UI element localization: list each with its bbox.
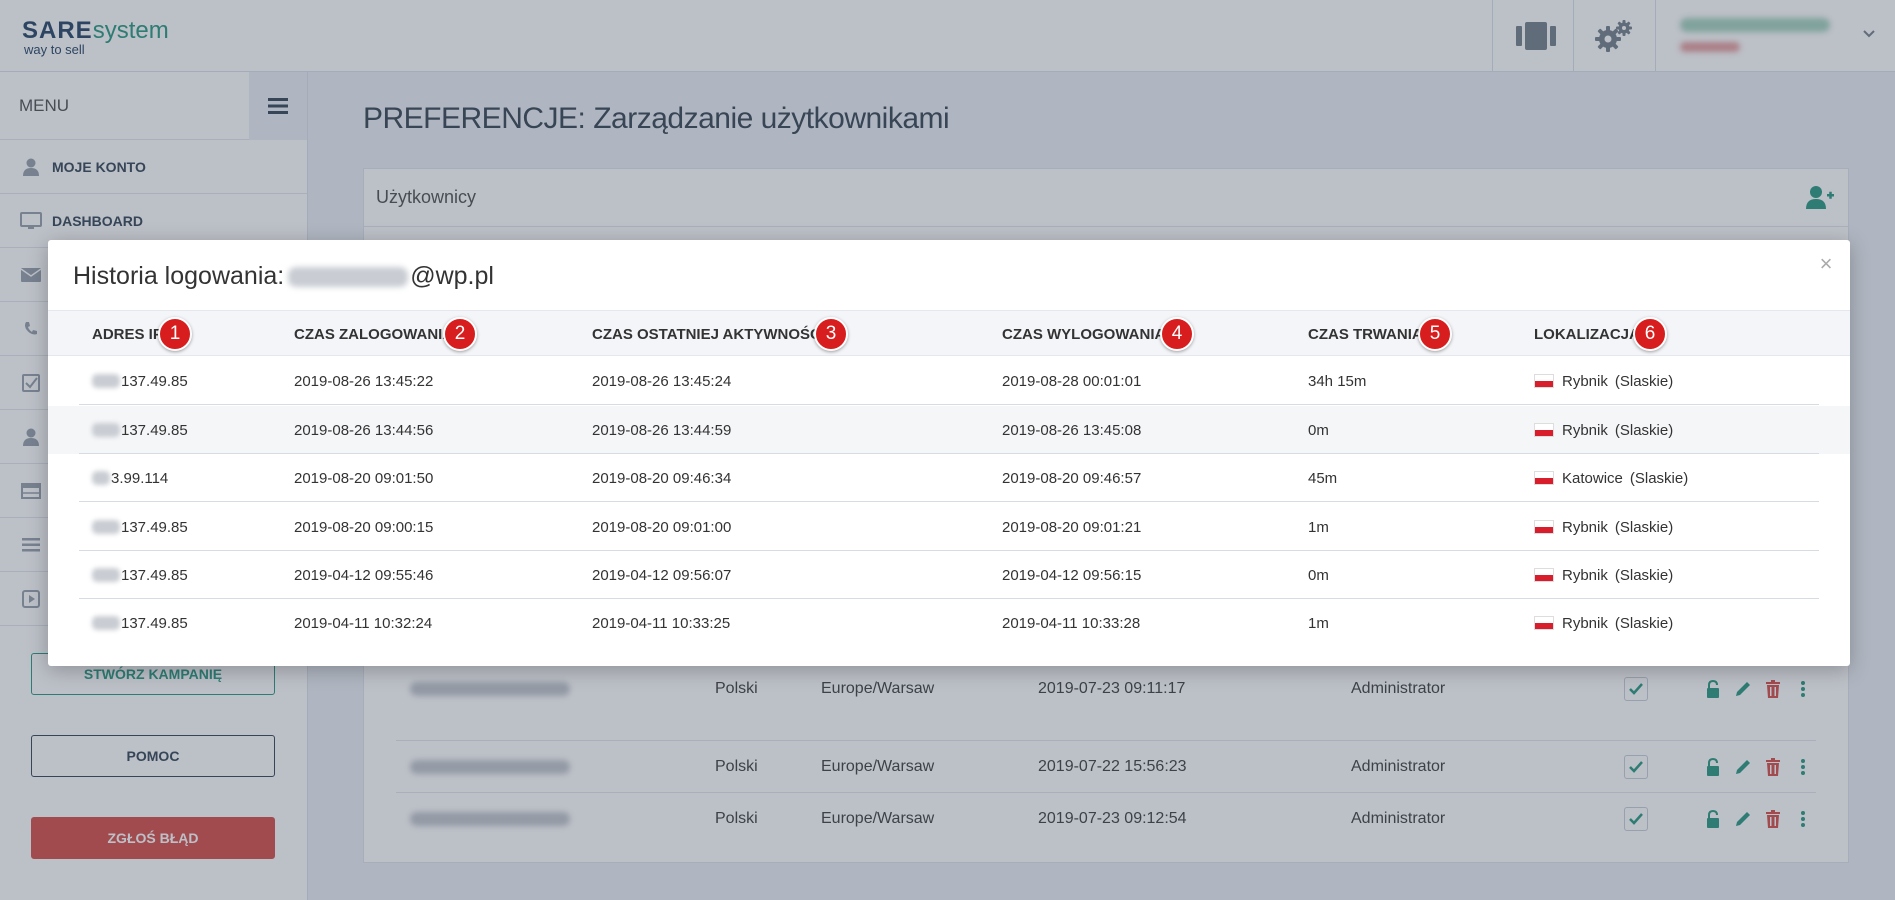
annotation-badge: 6 xyxy=(1633,317,1667,351)
cell-location: Rybnik (Slaskie) xyxy=(1534,503,1673,551)
cell-ip: 137.49.85 xyxy=(92,599,188,647)
cell-last-activity: 2019-04-11 10:33:25 xyxy=(592,614,731,632)
cell-login-time: 2019-04-11 10:32:24 xyxy=(294,614,433,632)
table-header: ADRES IP 1 CZAS ZALOGOWANIA 2 CZAS OSTAT… xyxy=(48,310,1850,356)
column-header-login-time[interactable]: CZAS ZALOGOWANIA xyxy=(294,311,453,357)
cell-last-activity: 2019-08-20 09:46:34 xyxy=(592,469,732,487)
cell-login-time: 2019-08-26 13:44:56 xyxy=(294,421,434,439)
poland-flag-icon xyxy=(1534,471,1554,485)
annotation-badge: 5 xyxy=(1418,317,1452,351)
modal-title: Historia logowania: @wp.pl xyxy=(73,262,494,291)
cell-duration: 0m xyxy=(1308,566,1329,584)
cell-last-activity: 2019-08-26 13:44:59 xyxy=(592,421,732,439)
cell-location: Rybnik (Slaskie) xyxy=(1534,357,1673,405)
cell-last-activity: 2019-08-26 13:45:24 xyxy=(592,372,732,390)
cell-logout-time: 2019-04-11 10:33:28 xyxy=(1002,614,1141,632)
cell-login-time: 2019-08-26 13:45:22 xyxy=(294,372,434,390)
column-header-ip[interactable]: ADRES IP xyxy=(92,311,163,357)
annotation-badge: 1 xyxy=(158,317,192,351)
cell-location: Katowice (Slaskie) xyxy=(1534,454,1688,502)
table-row: 137.49.85 2019-08-26 13:44:56 2019-08-26… xyxy=(48,406,1850,454)
annotation-badge: 4 xyxy=(1160,317,1194,351)
cell-location: Rybnik (Slaskie) xyxy=(1534,599,1673,647)
table-row: 137.49.85 2019-04-12 09:55:46 2019-04-12… xyxy=(48,551,1850,599)
cell-login-time: 2019-04-12 09:55:46 xyxy=(294,566,434,584)
login-history-modal: Historia logowania: @wp.pl × ADRES IP 1 C… xyxy=(48,240,1850,666)
cell-login-time: 2019-08-20 09:01:50 xyxy=(294,469,434,487)
column-header-last-activity[interactable]: CZAS OSTATNIEJ AKTYWNOŚCI xyxy=(592,311,825,357)
cell-logout-time: 2019-04-12 09:56:15 xyxy=(1002,566,1142,584)
column-header-location[interactable]: LOKALIZACJA xyxy=(1534,311,1640,357)
annotation-badge: 2 xyxy=(443,317,477,351)
cell-logout-time: 2019-08-20 09:01:21 xyxy=(1002,518,1142,536)
cell-duration: 34h 15m xyxy=(1308,372,1367,390)
cell-logout-time: 2019-08-28 00:01:01 xyxy=(1002,372,1142,390)
cell-ip: 137.49.85 xyxy=(92,551,188,599)
table-row: 137.49.85 2019-08-20 09:00:15 2019-08-20… xyxy=(48,503,1850,551)
redacted-username xyxy=(288,267,409,288)
cell-ip: 3.99.114 xyxy=(92,454,168,502)
table-row: 3.99.114 2019-08-20 09:01:50 2019-08-20 … xyxy=(48,454,1850,502)
poland-flag-icon xyxy=(1534,520,1554,534)
cell-last-activity: 2019-04-12 09:56:07 xyxy=(592,566,732,584)
cell-logout-time: 2019-08-26 13:45:08 xyxy=(1002,421,1142,439)
column-header-duration[interactable]: CZAS TRWANIA xyxy=(1308,311,1423,357)
cell-last-activity: 2019-08-20 09:01:00 xyxy=(592,518,732,536)
poland-flag-icon xyxy=(1534,616,1554,630)
poland-flag-icon xyxy=(1534,568,1554,582)
column-header-logout-time[interactable]: CZAS WYLOGOWANIA xyxy=(1002,311,1165,357)
cell-duration: 0m xyxy=(1308,421,1329,439)
cell-location: Rybnik (Slaskie) xyxy=(1534,406,1673,454)
poland-flag-icon xyxy=(1534,374,1554,388)
cell-login-time: 2019-08-20 09:00:15 xyxy=(294,518,434,536)
table-row: 137.49.85 2019-08-26 13:45:22 2019-08-26… xyxy=(48,357,1850,405)
cell-ip: 137.49.85 xyxy=(92,357,188,405)
cell-ip: 137.49.85 xyxy=(92,406,188,454)
modal-title-prefix: Historia logowania: xyxy=(73,262,285,290)
table-row: 137.49.85 2019-04-11 10:32:24 2019-04-11… xyxy=(48,599,1850,647)
cell-duration: 1m xyxy=(1308,614,1329,632)
modal-title-domain: @wp.pl xyxy=(410,262,494,290)
cell-location: Rybnik (Slaskie) xyxy=(1534,551,1673,599)
close-icon[interactable]: × xyxy=(1816,253,1836,275)
cell-logout-time: 2019-08-20 09:46:57 xyxy=(1002,469,1142,487)
cell-duration: 1m xyxy=(1308,518,1329,536)
cell-ip: 137.49.85 xyxy=(92,503,188,551)
annotation-badge: 3 xyxy=(814,317,848,351)
poland-flag-icon xyxy=(1534,423,1554,437)
cell-duration: 45m xyxy=(1308,469,1338,487)
